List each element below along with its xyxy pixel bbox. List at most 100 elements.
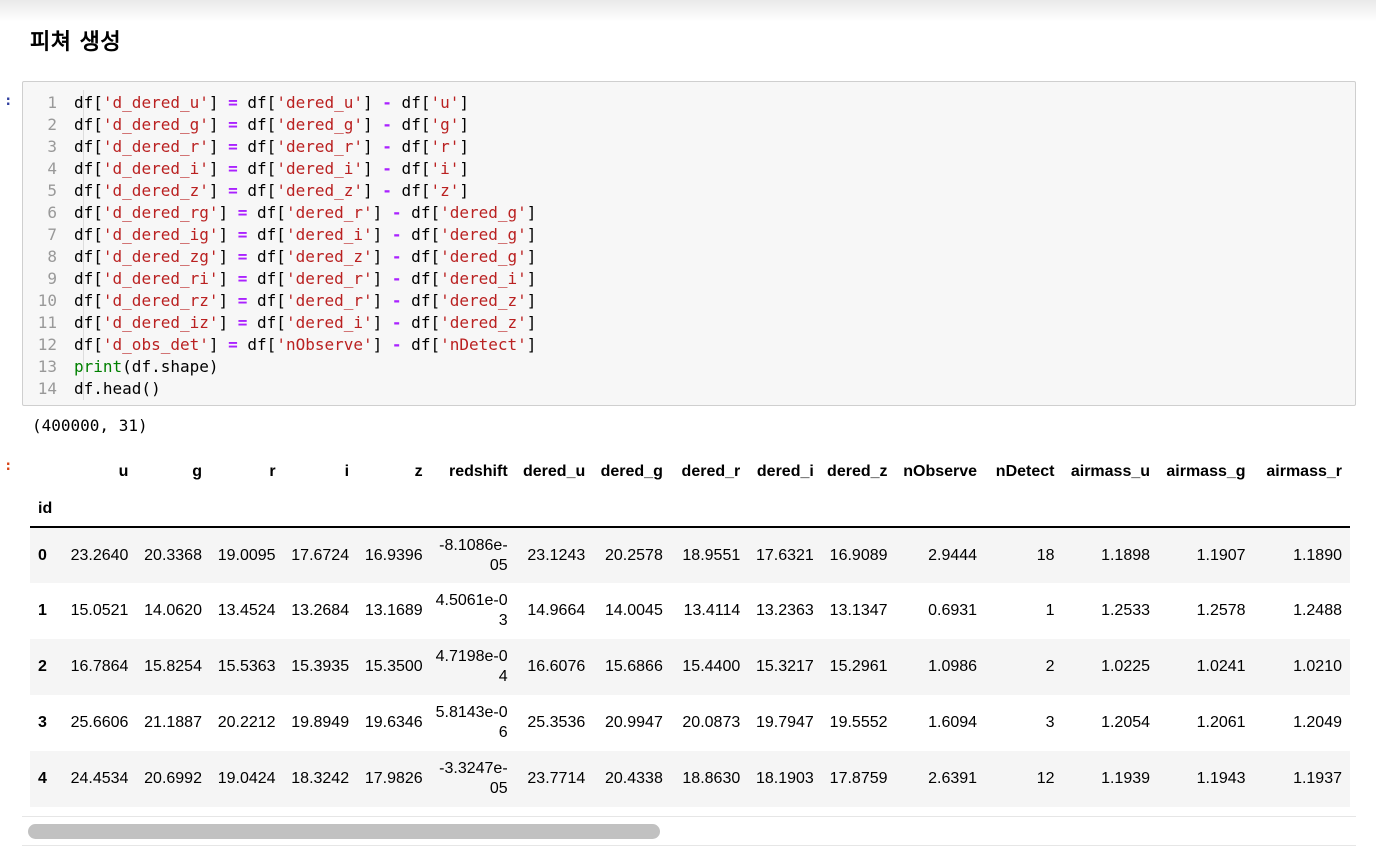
string-token: 'd_dered_i' xyxy=(102,159,209,178)
string-token: 'd_dered_r' xyxy=(102,137,209,156)
string-token: 'dered_z' xyxy=(276,181,364,200)
table-cell: 1.1890 xyxy=(1293,546,1342,564)
index-row-blank-cell xyxy=(671,492,748,527)
operator-token: = xyxy=(228,159,238,178)
line-code-text: df['d_dered_z'] = df['dered_z'] - df['z'… xyxy=(74,181,469,200)
builtin-token: print xyxy=(74,357,123,376)
table-cell: 1.1937 xyxy=(1293,770,1342,787)
string-token: 'd_dered_z' xyxy=(102,181,209,200)
table-cell: 1.2049 xyxy=(1293,714,1342,731)
string-token: 'z' xyxy=(430,181,460,200)
table-cell: 18.3242 xyxy=(291,770,350,787)
table-cell: 25.6606 xyxy=(70,714,129,731)
string-token: 'dered_g' xyxy=(440,225,527,244)
table-cell: 15.2961 xyxy=(829,658,888,675)
index-row-blank-cell xyxy=(822,492,896,527)
line-number: 3 xyxy=(47,137,57,156)
table-cell: 15.0521 xyxy=(70,602,129,619)
column-header: i xyxy=(344,463,350,480)
string-token: 'd_dered_ig' xyxy=(102,225,219,244)
table-cell: 1.2533 xyxy=(1101,602,1151,619)
line-number: 4 xyxy=(47,159,57,178)
line-code-text: df.head() xyxy=(74,379,161,398)
table-cell: 23.7714 xyxy=(527,770,586,787)
string-token: 'dered_i' xyxy=(285,313,373,332)
string-token: 'dered_g' xyxy=(440,247,527,266)
table-cell: 24.4534 xyxy=(70,770,129,787)
table-cell: 1.2488 xyxy=(1293,602,1342,619)
operator-token: - xyxy=(391,203,402,222)
horizontal-scrollbar[interactable] xyxy=(22,816,1356,846)
string-token: 'dered_r' xyxy=(285,291,373,310)
string-token: 'r' xyxy=(430,137,460,156)
operator-token: = xyxy=(237,291,248,310)
table-cell: 2.9444 xyxy=(928,546,978,564)
line-code-text: df['d_dered_ig'] = df['dered_i'] - df['d… xyxy=(74,225,537,244)
table-cell: 1.0241 xyxy=(1196,658,1246,675)
table-cell: 23.1243 xyxy=(527,546,586,564)
index-row-blank-cell xyxy=(896,492,986,527)
table-cell: 14.9664 xyxy=(527,602,586,619)
operator-token: = xyxy=(228,137,238,156)
table-cell: 16.6076 xyxy=(527,658,586,675)
input-prompt-marker: : xyxy=(4,93,13,109)
operator-token: - xyxy=(391,225,402,244)
dataframe-table: u g r i z redshift dered_u dered_g dered_r dered_… xyxy=(30,452,1350,807)
line-code-text: df['d_dered_i'] = df['dered_i'] - df['i'… xyxy=(74,159,469,178)
table-cell: 1.0986 xyxy=(928,658,978,675)
markdown-heading: 피쳐 생성 xyxy=(30,30,122,55)
operator-token: - xyxy=(382,137,392,156)
table-cell: 17.9826 xyxy=(364,770,423,787)
row-index-cell: 0 xyxy=(38,546,47,564)
table-cell: 20.9947 xyxy=(605,714,663,731)
line-number: 8 xyxy=(47,247,57,266)
string-token: 'd_dered_g' xyxy=(102,115,209,134)
string-token: 'dered_r' xyxy=(285,203,373,222)
table-cell: 1.2054 xyxy=(1101,714,1151,731)
table-cell: 18.1903 xyxy=(755,770,814,787)
table-cell: 17.6724 xyxy=(291,546,350,564)
line-number: 12 xyxy=(37,335,57,354)
table-cell: 14.0620 xyxy=(144,602,202,619)
string-token: 'dered_r' xyxy=(276,137,364,156)
operator-token: - xyxy=(391,335,402,354)
table-cell: 0.6931 xyxy=(928,602,978,619)
operator-token: - xyxy=(382,115,392,134)
operator-token: = xyxy=(237,313,248,332)
table-cell: 13.4114 xyxy=(683,602,741,619)
operator-token: - xyxy=(391,247,402,266)
operator-token: = xyxy=(228,115,238,134)
line-number: 6 xyxy=(47,203,57,222)
string-token: 'd_dered_ri' xyxy=(102,269,219,288)
line-code-text: df['d_obs_det'] = df['nObserve'] - df['n… xyxy=(74,335,537,354)
line-code-text: df['d_dered_ri'] = df['dered_r'] - df['d… xyxy=(74,269,537,288)
column-header: z xyxy=(414,463,423,480)
table-cell: 15.3500 xyxy=(364,658,423,675)
string-token: 'd_dered_rg' xyxy=(102,203,219,222)
table-cell: 19.6346 xyxy=(364,714,423,731)
operator-token: = xyxy=(237,269,248,288)
line-code-text: df['d_dered_u'] = df['dered_u'] - df['u'… xyxy=(74,93,469,112)
corner-header-cell xyxy=(30,452,65,492)
string-token: 'dered_i' xyxy=(285,225,373,244)
index-row-blank-cell xyxy=(1254,492,1350,527)
line-code-text: df['d_dered_rg'] = df['dered_r'] - df['d… xyxy=(74,203,537,222)
line-number: 11 xyxy=(37,313,57,332)
code-cell-editor[interactable]: 1 df['d_dered_u'] = df['dered_u'] - df['u… xyxy=(22,81,1356,406)
table-cell: 18.8630 xyxy=(682,770,741,787)
scrollbar-thumb[interactable] xyxy=(28,824,660,839)
table-cell: 21.1887 xyxy=(144,714,202,731)
row-index-cell: 2 xyxy=(38,658,47,675)
string-token: 'dered_i' xyxy=(276,159,364,178)
column-header: dered_u xyxy=(523,463,586,480)
table-cell: 4.7198e-04 xyxy=(435,648,508,685)
line-number: 10 xyxy=(37,291,57,310)
dataframe-output: u g r i z redshift dered_u dered_g dered_r dered_… xyxy=(30,452,1350,808)
line-code-text: print(df.shape) xyxy=(74,357,219,376)
index-row-blank-cell xyxy=(1062,492,1158,527)
table-cell: 13.2684 xyxy=(291,602,350,619)
index-row-blank-cell xyxy=(593,492,671,527)
string-token: 'd_dered_iz' xyxy=(102,313,219,332)
string-token: 'd_obs_det' xyxy=(102,335,209,354)
operator-token: - xyxy=(391,291,402,310)
